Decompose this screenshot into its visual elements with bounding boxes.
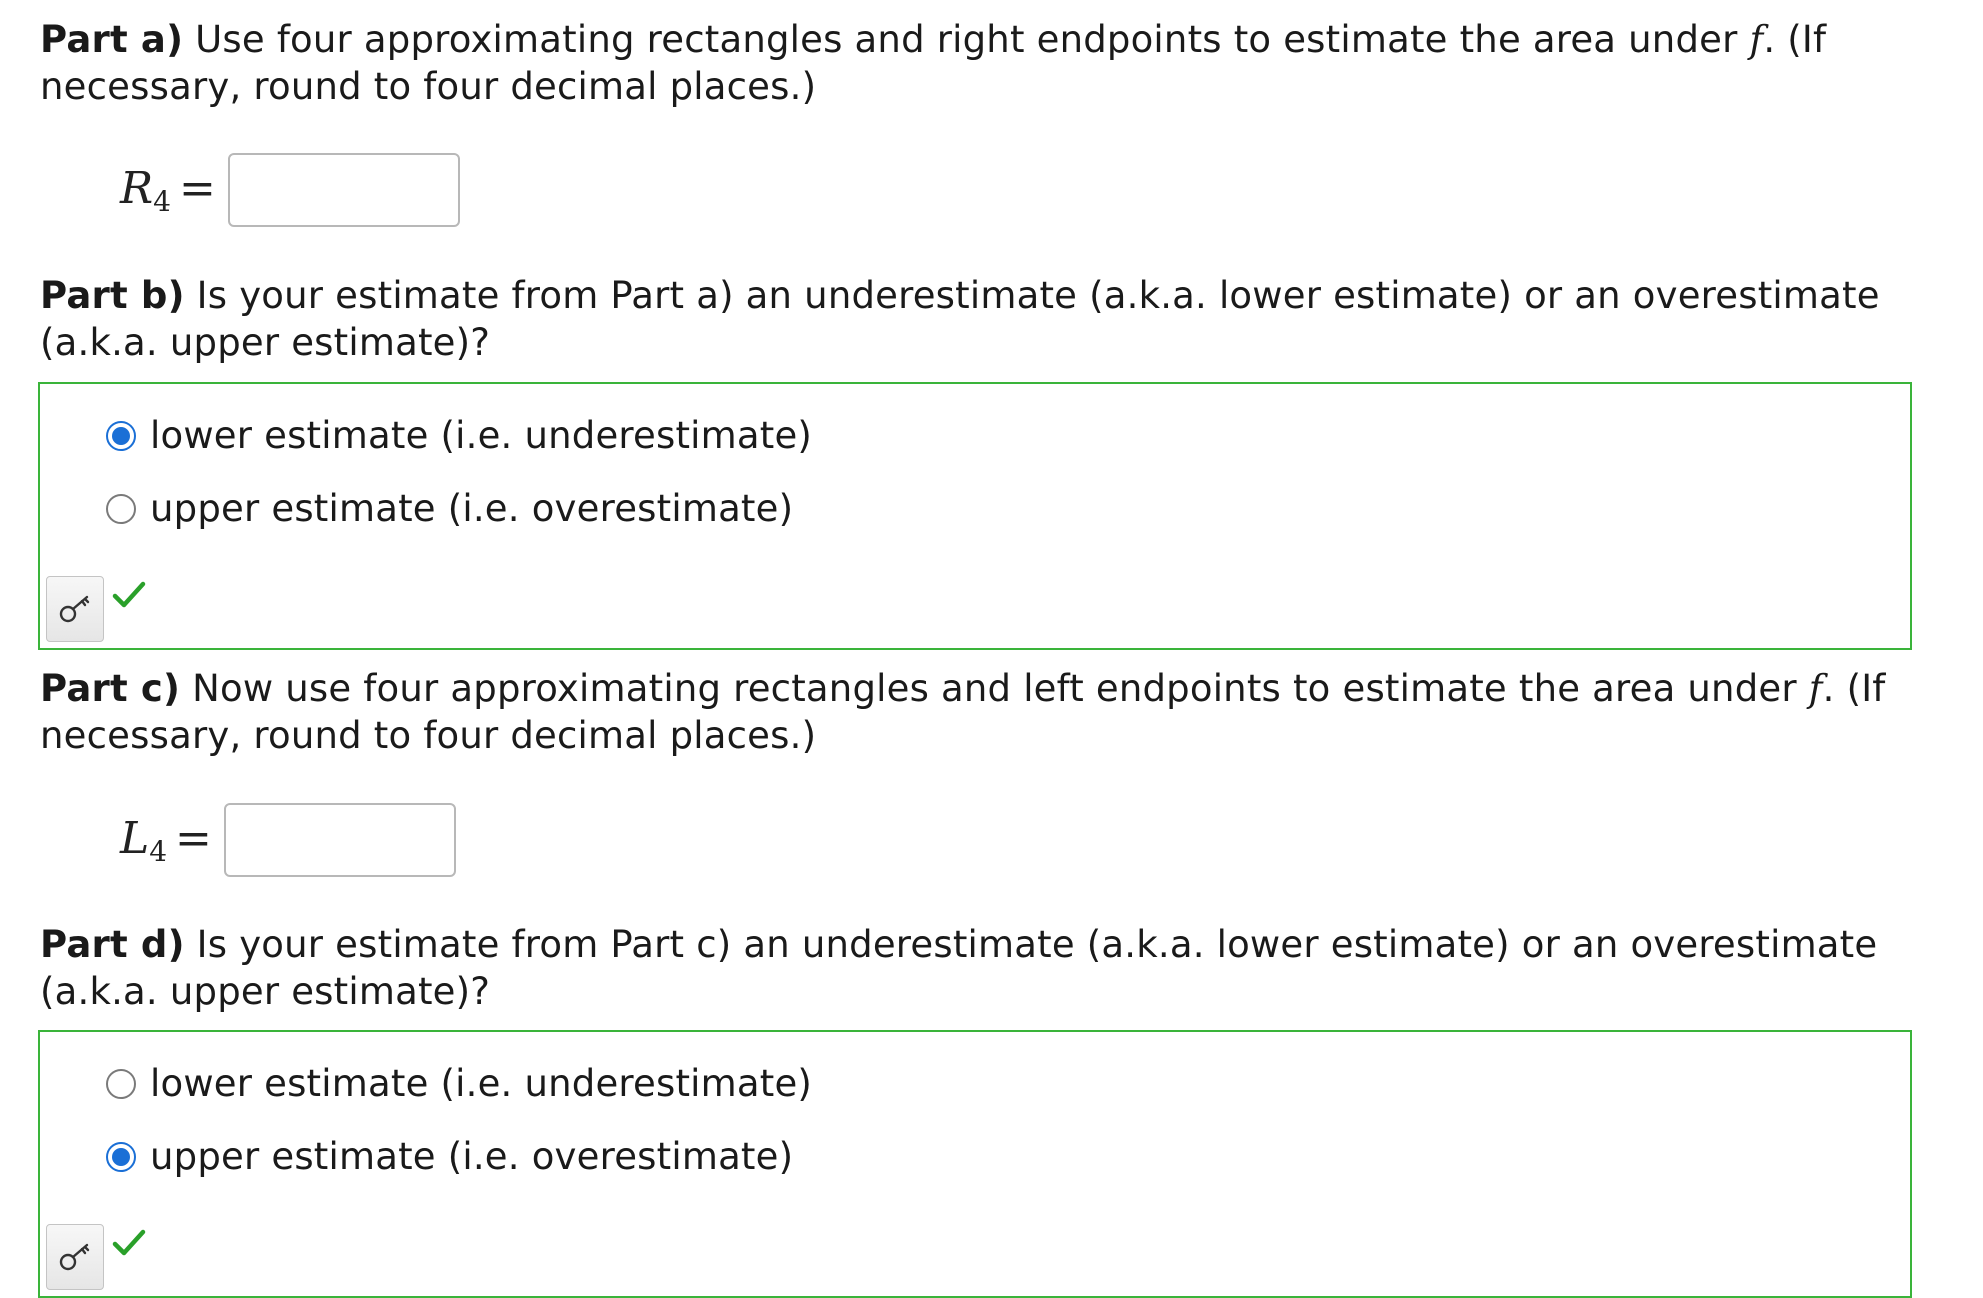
part-b-choice-box: lower estimate (i.e. underestimate) uppe… — [38, 382, 1912, 650]
part-c-text: Now use four approximating rectangles an… — [180, 667, 1809, 710]
part-d-option-lower[interactable]: lower estimate (i.e. underestimate) — [106, 1062, 812, 1105]
part-d-option-upper[interactable]: upper estimate (i.e. overestimate) — [106, 1135, 793, 1178]
part-b-label: Part b) — [40, 274, 185, 317]
part-d-prompt: Part d) Is your estimate from Part c) an… — [40, 921, 1920, 1015]
part-d-option-upper-label: upper estimate (i.e. overestimate) — [150, 1135, 794, 1178]
part-b-radio-upper[interactable] — [106, 493, 136, 524]
r4-answer-input[interactable] — [227, 153, 460, 227]
function-symbol: f — [1808, 667, 1823, 710]
part-a-text: Use four approximating rectangles and ri… — [183, 18, 1750, 61]
part-b-radio-lower[interactable] — [106, 420, 136, 451]
r4-label: R4 = — [120, 162, 216, 218]
l4-label: L4 = — [120, 812, 212, 868]
part-b-answer-key-button[interactable] — [46, 576, 104, 642]
part-a-prompt: Part a) Use four approximating rectangle… — [40, 16, 1920, 110]
l4-answer-input[interactable] — [223, 803, 456, 877]
function-symbol: f — [1749, 18, 1764, 61]
part-b-text: Is your estimate from Part a) an underes… — [40, 274, 1880, 364]
key-icon — [59, 1243, 90, 1271]
checkmark-icon — [112, 581, 146, 608]
part-d-radio-upper[interactable] — [106, 1141, 136, 1172]
part-c-label: Part c) — [40, 667, 181, 710]
part-b-option-upper-label: upper estimate (i.e. overestimate) — [150, 487, 794, 530]
part-c-prompt: Part c) Now use four approximating recta… — [40, 665, 1920, 759]
part-b-option-lower[interactable]: lower estimate (i.e. underestimate) — [106, 414, 812, 457]
part-d-label: Part d) — [40, 923, 185, 966]
part-d-radio-lower[interactable] — [106, 1068, 136, 1099]
part-d-answer-key-button[interactable] — [46, 1224, 104, 1290]
part-b-option-upper[interactable]: upper estimate (i.e. overestimate) — [106, 487, 793, 530]
part-d-choice-box: lower estimate (i.e. underestimate) uppe… — [38, 1030, 1912, 1298]
checkmark-icon — [112, 1229, 146, 1256]
r4-row: R4 = — [120, 150, 460, 230]
part-d-text: Is your estimate from Part c) an underes… — [40, 923, 1878, 1013]
part-b-option-lower-label: lower estimate (i.e. underestimate) — [150, 414, 813, 457]
l4-row: L4 = — [120, 800, 456, 880]
part-b-prompt: Part b) Is your estimate from Part a) an… — [40, 272, 1920, 366]
key-icon — [59, 595, 90, 623]
part-a-label: Part a) — [40, 18, 184, 61]
part-d-option-lower-label: lower estimate (i.e. underestimate) — [150, 1062, 813, 1105]
